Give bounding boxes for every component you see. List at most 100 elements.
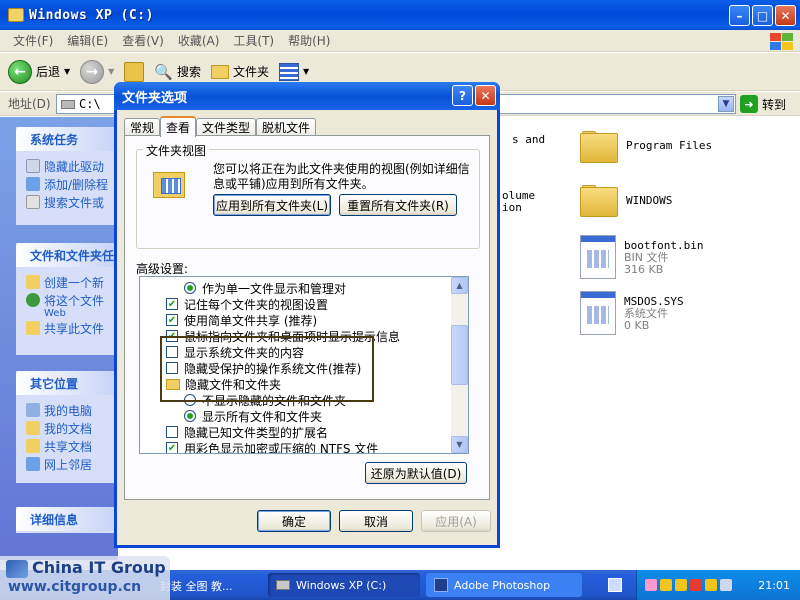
menu-file[interactable]: 文件(F) xyxy=(6,32,60,49)
apply-to-all-folders-button[interactable]: 应用到所有文件夹(L) xyxy=(213,194,331,216)
taskbar-clock: 21:01 xyxy=(758,578,790,592)
menu-view[interactable]: 查看(V) xyxy=(115,32,171,49)
setting-row[interactable]: ✔ 用彩色显示加密或压缩的 NTFS 文件 xyxy=(166,440,378,453)
tray-heart-icon[interactable] xyxy=(645,579,657,591)
back-dropdown-icon[interactable]: ▼ xyxy=(64,67,70,76)
reset-all-folders-button[interactable]: 重置所有文件夹(R) xyxy=(339,194,457,216)
scroll-thumb[interactable] xyxy=(451,325,468,385)
scroll-up-button[interactable]: ▲ xyxy=(451,277,468,294)
menu-help[interactable]: 帮助(H) xyxy=(281,32,337,49)
minimize-button[interactable]: – xyxy=(729,5,750,26)
task-hide-drive[interactable]: 隐藏此驱动 xyxy=(26,157,114,175)
radio-selected[interactable] xyxy=(184,282,196,294)
tray-qq-icon-2[interactable] xyxy=(675,579,687,591)
apply-button[interactable]: 应用(A) xyxy=(421,510,491,532)
tray-volume-icon[interactable] xyxy=(720,579,732,591)
views-button[interactable]: ▼ xyxy=(279,62,309,81)
task-publish-web[interactable]: 将这个文件 xyxy=(26,291,114,309)
my-computer-icon xyxy=(26,403,40,417)
address-dropdown-button[interactable]: ▼ xyxy=(718,96,734,112)
system-tray: 21:01 xyxy=(636,570,800,600)
drive-task-icon xyxy=(276,580,290,590)
scroll-down-button[interactable]: ▼ xyxy=(451,436,468,453)
checkbox-checked[interactable]: ✔ xyxy=(166,298,178,310)
setting-row[interactable]: 隐藏已知文件类型的扩展名 xyxy=(166,424,328,440)
setting-label: 使用简单文件共享 (推荐) xyxy=(184,313,318,328)
file-item-msdos[interactable]: MSDOS.SYS 系统文件 0 KB xyxy=(580,291,684,335)
web-publish-icon xyxy=(26,293,40,307)
task-share-folder[interactable]: 共享此文件 xyxy=(26,319,114,337)
truncated-task-label[interactable]: 封装 全图 教... xyxy=(160,578,232,594)
tray-qq-icon-3[interactable] xyxy=(705,579,717,591)
checkbox-unchecked[interactable] xyxy=(166,426,178,438)
partial-text-3: ion xyxy=(502,201,522,214)
setting-row[interactable]: 作为单一文件显示和管理对 xyxy=(184,280,346,296)
file-item-bootfont[interactable]: bootfont.bin BIN 文件 316 KB xyxy=(580,235,703,279)
menu-tools[interactable]: 工具(T) xyxy=(226,32,281,49)
place-my-documents[interactable]: 我的文档 xyxy=(26,419,114,437)
search-label: 搜索 xyxy=(177,65,202,79)
task-add-remove-programs[interactable]: 添加/删除程 xyxy=(26,175,114,193)
cancel-button[interactable]: 取消 xyxy=(339,510,413,532)
tray-antivirus-icon[interactable] xyxy=(690,579,702,591)
setting-row[interactable]: ✔ 使用简单文件共享 (推荐) xyxy=(166,312,317,328)
checkbox-checked[interactable]: ✔ xyxy=(166,314,178,326)
dialog-help-button[interactable]: ? xyxy=(452,85,473,106)
search-button[interactable]: 🔍 搜索 xyxy=(154,63,201,81)
search-icon: 🔍 xyxy=(154,62,174,81)
checkbox-checked[interactable]: ✔ xyxy=(166,442,178,453)
tab-offline-files[interactable]: 脱机文件 xyxy=(256,118,317,136)
place-network[interactable]: 网上邻居 xyxy=(26,455,114,473)
task-label: Adobe Photoshop xyxy=(454,578,551,592)
file-item-program-files[interactable]: Program Files xyxy=(580,129,712,163)
highlight-annotation-box xyxy=(160,336,374,402)
system-tasks-panel: 系统任务 隐藏此驱动 添加/删除程 搜索文件或 xyxy=(16,127,118,225)
task-adobe-photoshop[interactable]: Adobe Photoshop xyxy=(426,573,582,597)
place-shared-documents[interactable]: 共享文档 xyxy=(26,437,114,455)
details-panel: 详细信息 xyxy=(16,507,118,533)
tab-view[interactable]: 查看 xyxy=(160,116,197,137)
tray-qq-icon[interactable] xyxy=(660,579,672,591)
other-places-header[interactable]: 其它位置 xyxy=(16,371,118,395)
settings-scrollbar[interactable]: ▲ ▼ xyxy=(451,277,468,453)
other-places-panel: 其它位置 我的电脑 我的文档 共享文档 网上邻居 xyxy=(16,371,118,483)
dialog-title: 文件夹选项 xyxy=(122,90,188,106)
back-arrow-icon: ← xyxy=(8,59,32,84)
tab-general[interactable]: 常规 xyxy=(124,118,161,136)
forward-arrow-icon: → xyxy=(80,59,105,84)
task-windows-xp[interactable]: Windows XP (C:) xyxy=(268,573,420,597)
setting-row[interactable]: 显示所有文件和文件夹 xyxy=(184,408,322,424)
go-label: 转到 xyxy=(762,97,787,112)
network-icon xyxy=(26,457,40,471)
maximize-button[interactable]: □ xyxy=(752,5,773,26)
restore-defaults-button[interactable]: 还原为默认值(D) xyxy=(365,462,467,484)
task-new-folder[interactable]: 创建一个新 xyxy=(26,273,114,291)
close-button[interactable]: ✕ xyxy=(775,5,796,26)
place-my-computer[interactable]: 我的电脑 xyxy=(26,401,114,419)
back-button[interactable]: ← 后退 ▼ xyxy=(8,59,70,84)
file-folder-tasks-header[interactable]: 文件和文件夹任 xyxy=(16,243,118,267)
menu-edit[interactable]: 编辑(E) xyxy=(60,32,115,49)
ok-button[interactable]: 确定 xyxy=(257,510,331,532)
tab-file-types[interactable]: 文件类型 xyxy=(196,118,257,136)
address-value: C:\ xyxy=(79,97,101,111)
details-header[interactable]: 详细信息 xyxy=(16,507,118,531)
forward-dropdown-icon[interactable]: ▼ xyxy=(108,67,114,76)
window-title: Windows XP (C:) xyxy=(29,7,154,23)
task-search-files[interactable]: 搜索文件或 xyxy=(26,193,114,211)
system-file-icon xyxy=(580,291,616,335)
menu-favorites[interactable]: 收藏(A) xyxy=(171,32,227,49)
go-button[interactable]: ➜ 转到 xyxy=(740,95,786,113)
up-button[interactable] xyxy=(124,61,145,82)
file-item-windows[interactable]: WINDOWS xyxy=(580,183,672,217)
folders-button[interactable]: 文件夹 xyxy=(211,63,269,80)
photoshop-icon xyxy=(434,578,448,592)
dialog-close-button[interactable]: ✕ xyxy=(475,85,496,106)
window-titlebar: Windows XP (C:) – □ ✕ xyxy=(0,0,800,30)
keyboard-icon[interactable] xyxy=(608,578,622,592)
radio-selected[interactable] xyxy=(184,410,196,422)
forward-button[interactable]: → ▼ xyxy=(80,59,114,84)
views-dropdown-icon[interactable]: ▼ xyxy=(303,67,309,76)
system-tasks-header[interactable]: 系统任务 xyxy=(16,127,118,151)
setting-row[interactable]: ✔ 记住每个文件夹的视图设置 xyxy=(166,296,328,312)
